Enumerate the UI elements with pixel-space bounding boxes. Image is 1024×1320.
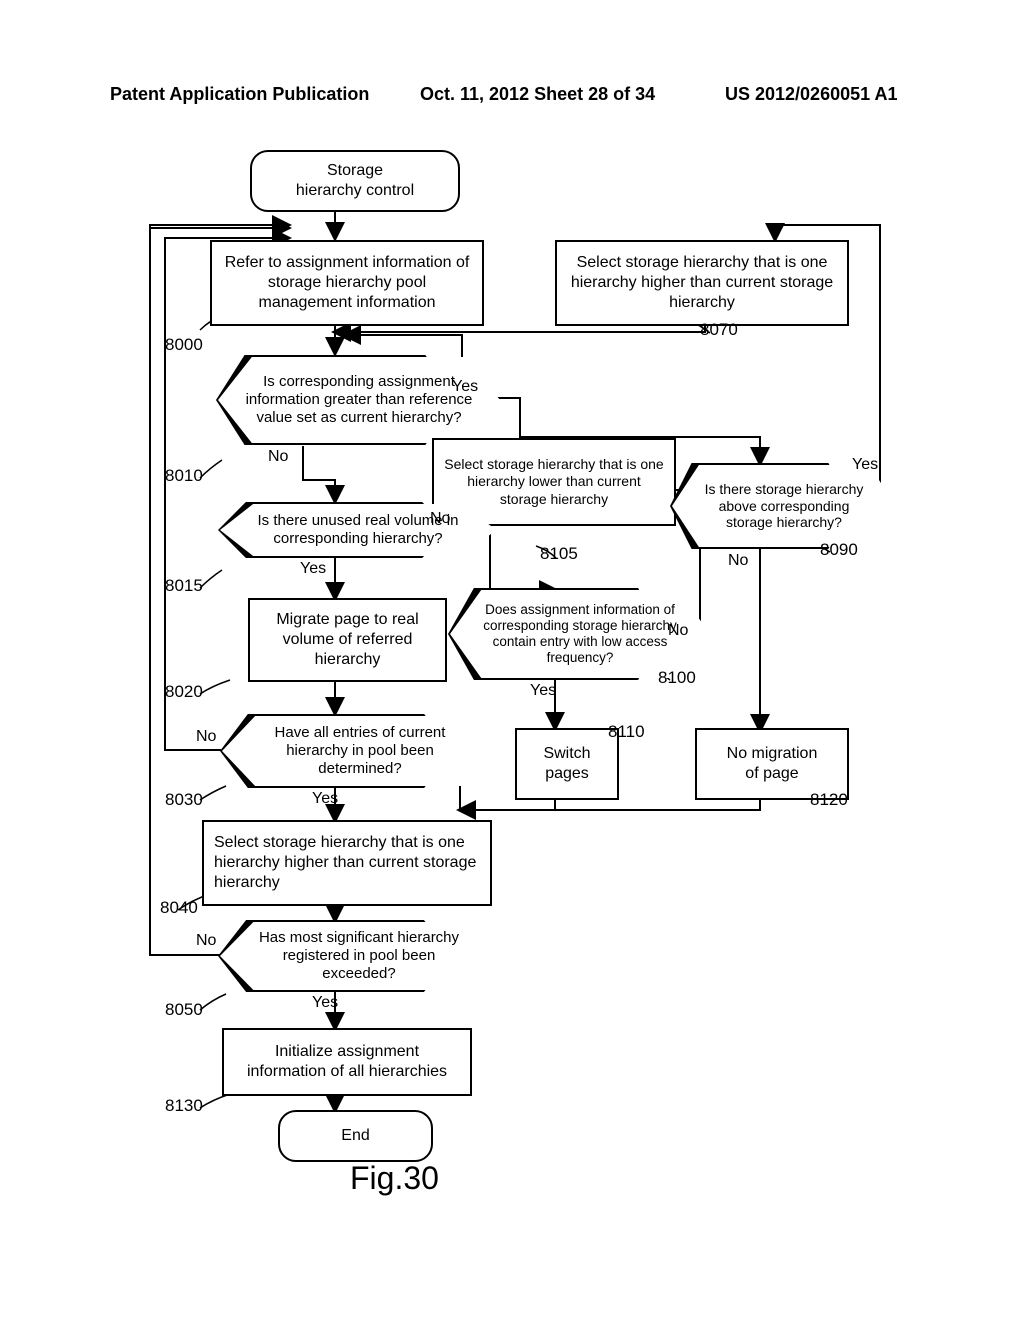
node-8070: Select storage hierarchy that is one hie… [555, 240, 849, 326]
figure-label: Fig.30 [350, 1160, 439, 1197]
label-8015-no: No [430, 510, 450, 528]
node-8110: Switch pages [515, 728, 619, 800]
label-8100-no: No [668, 622, 688, 640]
ref-8105: 8105 [540, 544, 578, 564]
ref-8015: 8015 [165, 576, 203, 596]
node-8040: Select storage hierarchy that is one hie… [202, 820, 492, 906]
header-left: Patent Application Publication [110, 84, 369, 105]
node-8000: Refer to assignment information of stora… [210, 240, 484, 326]
page: Patent Application Publication Oct. 11, … [0, 0, 1024, 1320]
node-8130: Initialize assignment information of all… [222, 1028, 472, 1096]
label-8010-no: No [268, 448, 288, 466]
label-8100-yes: Yes [530, 682, 556, 700]
node-8050: Has most significant hierarchy registere… [220, 922, 498, 990]
ref-8010: 8010 [165, 466, 203, 486]
ref-8050: 8050 [165, 1000, 203, 1020]
label-8015-yes: Yes [300, 560, 326, 578]
node-8090: Is there storage hierarchy above corresp… [672, 465, 896, 547]
ref-8100: 8100 [658, 668, 696, 688]
node-8030: Have all entries of current hierarchy in… [222, 716, 498, 786]
label-8090-yes: Yes [852, 456, 878, 474]
ref-8130: 8130 [165, 1096, 203, 1116]
ref-8040: 8040 [160, 898, 198, 918]
label-8030-no: No [196, 728, 216, 746]
node-end: End [278, 1110, 433, 1162]
node-8015: Is there unused real volume in correspon… [220, 504, 496, 556]
label-8010-yes: Yes [452, 378, 478, 396]
label-8050-no: No [196, 932, 216, 950]
ref-8000: 8000 [165, 335, 203, 355]
node-8020: Migrate page to real volume of referred … [248, 598, 447, 682]
label-8050-yes: Yes [312, 994, 338, 1012]
ref-8110: 8110 [608, 722, 645, 742]
ref-8070: 8070 [700, 320, 738, 340]
label-8030-yes: Yes [312, 790, 338, 808]
ref-8030: 8030 [165, 790, 203, 810]
ref-8090: 8090 [820, 540, 858, 560]
node-start: Storage hierarchy control [250, 150, 460, 212]
header-right: US 2012/0260051 A1 [725, 84, 897, 105]
ref-8120: 8120 [810, 790, 848, 810]
label-8090-no: No [728, 552, 748, 570]
header-center: Oct. 11, 2012 Sheet 28 of 34 [420, 84, 655, 105]
node-8010: Is corresponding assignment information … [218, 357, 500, 443]
ref-8020: 8020 [165, 682, 203, 702]
